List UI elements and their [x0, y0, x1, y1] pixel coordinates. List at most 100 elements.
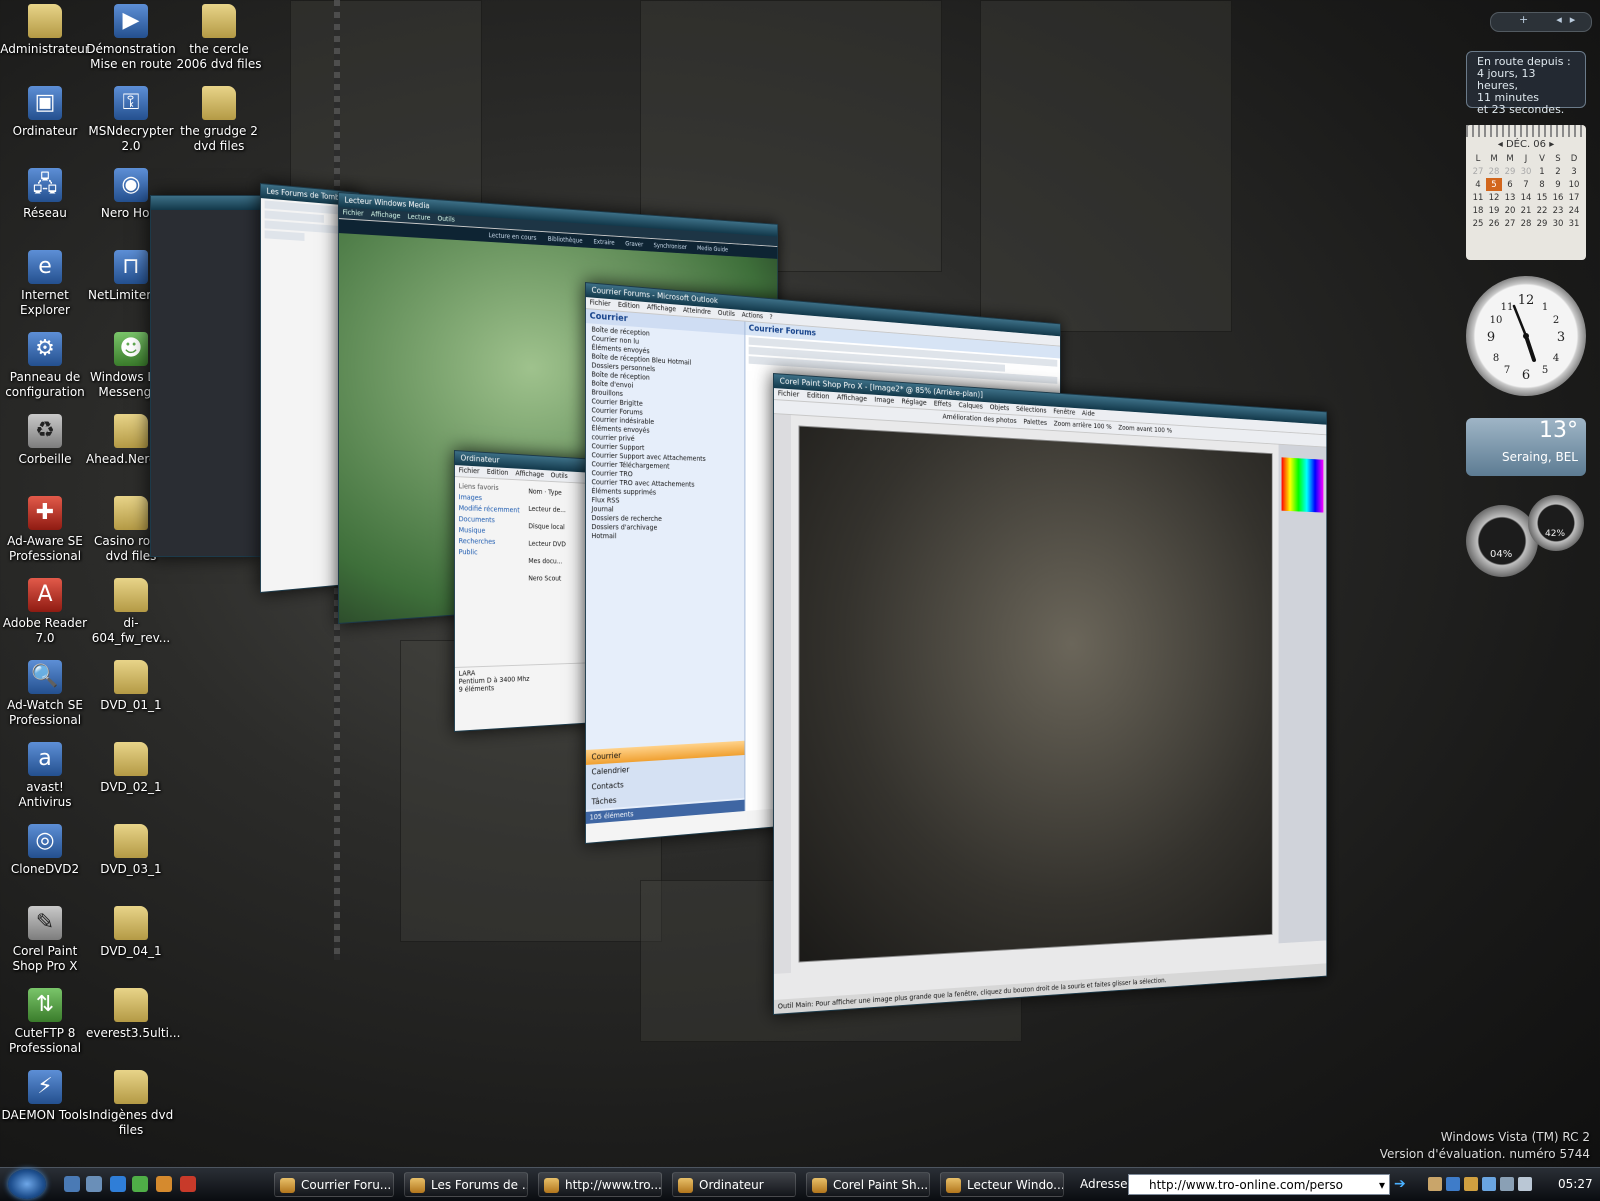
desktop-icon-internet-explorer[interactable]: e Internet Explorer [0, 250, 90, 318]
calendar-day[interactable]: 29 [1502, 165, 1518, 178]
list-item[interactable]: Lecteur DVD [528, 535, 592, 554]
menu-item[interactable]: Edition [618, 301, 640, 311]
calendar-day[interactable]: 28 [1486, 165, 1502, 178]
calendar-day[interactable]: 21 [1518, 204, 1534, 217]
desktop-icon-cercle[interactable]: the cercle 2006 dvd files [174, 4, 264, 72]
desktop-icon-ordinateur[interactable]: ▣ Ordinateur [0, 86, 90, 139]
tray-icon[interactable] [1464, 1177, 1478, 1191]
calendar-day[interactable]: 26 [1486, 217, 1502, 230]
menu-item[interactable]: Affichage [371, 210, 401, 220]
desktop-icon-dvd04[interactable]: DVD_04_1 [86, 906, 176, 959]
task-media-player[interactable]: Lecteur Windo... [940, 1172, 1064, 1197]
calendar-day[interactable]: 1 [1534, 165, 1550, 178]
sidebar-controls[interactable]: + ◂ ▸ [1490, 12, 1592, 32]
calendar-day[interactable]: 25 [1470, 217, 1486, 230]
link-item[interactable]: Public [459, 547, 524, 559]
internet-explorer-icon[interactable] [110, 1176, 126, 1192]
desktop-icon-msndecrypter[interactable]: ⚿ MSNdecrypter 2.0 [86, 86, 176, 154]
menu-item[interactable]: Objets [990, 403, 1009, 412]
add-gadget-icon[interactable]: + [1519, 13, 1528, 26]
toolbar-button[interactable]: Zoom arrière 100 % [1054, 420, 1112, 431]
menu-item[interactable]: Outils [718, 309, 735, 318]
desktop-icon-everest[interactable]: everest3.5ulti... [86, 988, 180, 1041]
desktop-icon-indigenes[interactable]: Indigènes dvd files [86, 1070, 176, 1138]
desktop-icon-demonstration[interactable]: ▶ Démonstration Mise en route [86, 4, 176, 72]
calendar-day[interactable]: 30 [1550, 217, 1566, 230]
tab[interactable]: Media Guide [697, 244, 728, 253]
calendar-day[interactable]: 5 [1486, 178, 1502, 191]
menu-item[interactable]: ? [770, 313, 773, 321]
calendar-day[interactable]: 13 [1502, 191, 1518, 204]
column-header[interactable]: Type [548, 489, 562, 497]
desktop-icon-ad-watch[interactable]: 🔍 Ad-Watch SE Professional [0, 660, 90, 728]
calendar-day[interactable]: 8 [1534, 178, 1550, 191]
desktop-icon-administrateur[interactable]: Administrateur [0, 4, 90, 57]
calendar-day[interactable]: 14 [1518, 191, 1534, 204]
list-item[interactable]: Mes docu... [528, 552, 592, 570]
network-icon[interactable] [1500, 1177, 1514, 1191]
menu-item[interactable]: Fichier [778, 389, 800, 398]
calendar-day[interactable]: 27 [1502, 217, 1518, 230]
calendar-day[interactable]: 24 [1566, 204, 1582, 217]
desktop-icon-corbeille[interactable]: ♻ Corbeille [0, 414, 90, 467]
task-forums-ie[interactable]: Les Forums de ... [404, 1172, 528, 1197]
calendar-day[interactable]: 30 [1518, 165, 1534, 178]
menu-item[interactable]: Edition [807, 391, 830, 400]
toolbar-button[interactable]: Palettes [1023, 418, 1047, 427]
menu-item[interactable]: Atteindre [683, 306, 711, 316]
window-desktop-thumbnail[interactable] [150, 195, 262, 557]
menu-item[interactable]: Outils [437, 215, 454, 224]
image-canvas[interactable] [798, 425, 1273, 963]
desktop-icon-dvd01[interactable]: DVD_01_1 [86, 660, 176, 713]
desktop-icon-daemon[interactable]: ⚡ DAEMON Tools [0, 1070, 90, 1123]
menu-item[interactable]: Calques [958, 401, 982, 410]
task-courrier-forums[interactable]: Courrier Foru... [274, 1172, 394, 1197]
menu-item[interactable]: Image [874, 396, 894, 405]
calendar-day[interactable]: 6 [1502, 178, 1518, 191]
calendar-day[interactable]: 18 [1470, 204, 1486, 217]
tab[interactable]: Graver [625, 240, 643, 248]
menu-item[interactable]: Affichage [515, 469, 543, 478]
calendar-day[interactable]: 15 [1534, 191, 1550, 204]
list-item[interactable]: Disque local [528, 518, 592, 537]
menu-item[interactable]: Actions [742, 311, 763, 320]
calendar-day[interactable]: 10 [1566, 178, 1582, 191]
calendar-day[interactable]: 7 [1518, 178, 1534, 191]
menu-item[interactable]: Lecture [408, 213, 431, 222]
switch-windows-icon[interactable] [86, 1176, 102, 1192]
tab[interactable]: Lecture en cours [489, 231, 537, 241]
desktop-icon-panneau[interactable]: ⚙ Panneau de configuration [0, 332, 90, 400]
desktop-icon-adobe-reader[interactable]: A Adobe Reader 7.0 [0, 578, 90, 646]
tray-icon[interactable] [1482, 1177, 1496, 1191]
desktop-icon-di604[interactable]: di-604_fw_rev... [86, 578, 176, 646]
menu-item[interactable]: Affichage [647, 303, 676, 313]
calendar-day[interactable]: 2 [1550, 165, 1566, 178]
list-item[interactable]: Lecteur de... [528, 500, 592, 520]
calendar-day[interactable]: 31 [1566, 217, 1582, 230]
toolbar-button[interactable]: Amélioration des photos [942, 413, 1016, 425]
desktop-icon-clonedvd[interactable]: ◎ CloneDVD2 [0, 824, 90, 877]
address-input[interactable]: http://www.tro-online.com/perso ▾ [1128, 1174, 1390, 1195]
tray-icon[interactable] [1446, 1177, 1460, 1191]
volume-icon[interactable] [1518, 1177, 1532, 1191]
calendar-day[interactable]: 12 [1486, 191, 1502, 204]
tools-palette[interactable] [773, 414, 791, 974]
calendar-day[interactable]: 9 [1550, 178, 1566, 191]
tab[interactable]: Synchroniser [654, 242, 687, 251]
prev-month-icon[interactable]: ◂ [1498, 139, 1503, 150]
calendar-day[interactable]: 23 [1550, 204, 1566, 217]
calendar-day[interactable]: 4 [1470, 178, 1486, 191]
show-desktop-icon[interactable] [64, 1176, 80, 1192]
menu-item[interactable]: Sélections [1016, 405, 1046, 415]
menu-item[interactable]: Fenêtre [1053, 408, 1075, 417]
go-arrow-icon[interactable]: ➔ [1394, 1174, 1414, 1195]
tab[interactable]: Extraire [593, 238, 614, 247]
calendar-day[interactable]: 17 [1566, 191, 1582, 204]
desktop-icon-corel-psp[interactable]: ✎ Corel Paint Shop Pro X [0, 906, 90, 974]
desktop-icon-cuteftp[interactable]: ⇅ CuteFTP 8 Professional [0, 988, 90, 1056]
next-month-icon[interactable]: ▸ [1549, 139, 1554, 150]
calendar-day[interactable]: 3 [1566, 165, 1582, 178]
calendar-gadget[interactable]: ◂ DÉC. 06 ▸ L M M J V S D 27 28 29 30 1 2 3 4 5 6 7 8 9 10 11… [1466, 125, 1586, 260]
task-tro-online[interactable]: http://www.tro... [538, 1172, 662, 1197]
menu-item[interactable]: Fichier [343, 208, 364, 217]
